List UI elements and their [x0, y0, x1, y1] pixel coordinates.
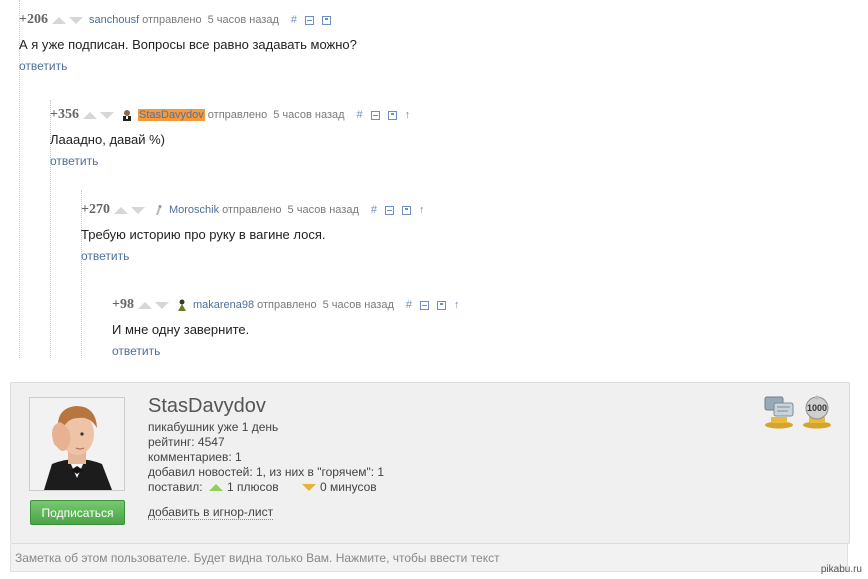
- vote-down-icon[interactable]: [68, 16, 83, 24]
- reply-link[interactable]: ответить: [50, 154, 418, 168]
- comment-author[interactable]: Moroschik: [169, 204, 219, 216]
- permalink-hash[interactable]: #: [406, 299, 412, 311]
- user-avatar-icon: [175, 298, 189, 312]
- subscribe-button[interactable]: Подписаться: [30, 500, 125, 525]
- parent-arrow-icon[interactable]: ↑: [419, 204, 425, 216]
- comment-text: Требую историю про руку в вагине лося.: [81, 227, 326, 242]
- comment-rating: +206: [19, 12, 48, 27]
- profile-rating: рейтинг: 4547: [148, 435, 225, 449]
- profile-stats: пикабушник уже 1 день рейтинг: 4547 комм…: [148, 420, 384, 495]
- user-profile-card: Подписаться StasDavydov пикабушник уже 1…: [10, 382, 850, 544]
- comment-author[interactable]: sanchousf: [89, 14, 139, 26]
- profile-since: пикабушник уже 1 день: [148, 420, 279, 434]
- comment-author[interactable]: makarena98: [193, 299, 254, 311]
- comment-time: 5 часов назад: [207, 14, 279, 26]
- comment-header: +206 sanchousf отправлено 5 часов назад …: [19, 11, 357, 29]
- parent-arrow-icon[interactable]: ↑: [454, 299, 460, 311]
- minus-icon: [302, 484, 317, 491]
- reply-link[interactable]: ответить: [112, 344, 468, 358]
- user-avatar-icon: [151, 203, 165, 217]
- profile-votes: поставил: 1 плюсов 0 минусов: [148, 480, 384, 495]
- plus-icon: [208, 484, 223, 491]
- comment-header: +356 StasDavydov отправлено 5 часов наза…: [50, 106, 418, 124]
- profile-badges: 1000: [763, 395, 833, 432]
- comment-text: А я уже подписан. Вопросы все равно зада…: [19, 37, 357, 52]
- profile-avatar[interactable]: [29, 397, 125, 491]
- vote-up-icon[interactable]: [137, 301, 152, 309]
- vote-down-icon[interactable]: [154, 301, 169, 309]
- vote-up-icon[interactable]: [82, 111, 97, 119]
- vote-down-icon[interactable]: [99, 111, 114, 119]
- comment: +206 sanchousf отправлено 5 часов назад …: [19, 11, 357, 73]
- comment: +98 makarena98 отправлено 5 часов назад …: [112, 296, 468, 358]
- comment-text: Лааадно, давай %): [50, 132, 166, 147]
- comment-header: +270 Moroschik отправлено 5 часов назад …: [81, 201, 432, 219]
- permalink-hash[interactable]: #: [357, 109, 363, 121]
- votes-prefix: поставил:: [148, 480, 203, 494]
- rating-1000-badge-icon[interactable]: 1000: [801, 395, 833, 429]
- comment-sent-label: отправлено: [257, 299, 317, 311]
- parent-arrow-icon[interactable]: ↑: [405, 109, 411, 121]
- vote-up-icon[interactable]: [113, 206, 128, 214]
- permalink-hash[interactable]: #: [371, 204, 377, 216]
- comments-badge-icon[interactable]: [763, 395, 795, 432]
- comment-time: 5 часов назад: [287, 204, 359, 216]
- collapse-icon[interactable]: [420, 300, 430, 310]
- comment: +270 Moroschik отправлено 5 часов назад …: [81, 201, 432, 263]
- profile-username: StasDavydov: [148, 395, 266, 417]
- collapse-icon[interactable]: [305, 15, 315, 25]
- vote-down-icon[interactable]: [130, 206, 145, 214]
- permalink-hash[interactable]: #: [291, 14, 297, 26]
- badge-1000-label: 1000: [806, 403, 828, 413]
- comment: +356 StasDavydov отправлено 5 часов наза…: [50, 106, 418, 168]
- save-icon[interactable]: [437, 300, 447, 310]
- reply-link[interactable]: ответить: [19, 59, 357, 73]
- profile-comments: комментариев: 1: [148, 450, 242, 464]
- comment-sent-label: отправлено: [142, 14, 202, 26]
- comment-sent-label: отправлено: [222, 204, 282, 216]
- comment-rating: +356: [50, 107, 79, 122]
- pluses-count: 1 плюсов: [226, 480, 279, 494]
- comment-header: +98 makarena98 отправлено 5 часов назад …: [112, 296, 468, 314]
- comment-time: 5 часов назад: [273, 109, 345, 121]
- save-icon[interactable]: [401, 205, 411, 215]
- collapse-icon[interactable]: [370, 110, 380, 120]
- collapse-icon[interactable]: [384, 205, 394, 215]
- comment-text: И мне одну заверните.: [112, 322, 250, 337]
- comment-time: 5 часов назад: [322, 299, 394, 311]
- user-avatar-icon: [120, 108, 134, 122]
- watermark: pikabu.ru: [820, 564, 862, 575]
- comment-rating: +270: [81, 202, 110, 217]
- ignore-list-link[interactable]: добавить в игнор-лист: [148, 505, 274, 520]
- minuses-count: 0 минусов: [320, 480, 377, 494]
- vote-up-icon[interactable]: [51, 16, 66, 24]
- save-icon[interactable]: [322, 15, 332, 25]
- reply-link[interactable]: ответить: [81, 249, 432, 263]
- comment-author[interactable]: StasDavydov: [137, 109, 205, 121]
- profile-news: добавил новостей: 1, из них в "горячем":…: [148, 465, 385, 479]
- comment-rating: +98: [112, 297, 134, 312]
- save-icon[interactable]: [387, 110, 397, 120]
- user-note-field[interactable]: Заметка об этом пользователе. Будет видн…: [10, 544, 848, 572]
- comment-sent-label: отправлено: [207, 109, 268, 121]
